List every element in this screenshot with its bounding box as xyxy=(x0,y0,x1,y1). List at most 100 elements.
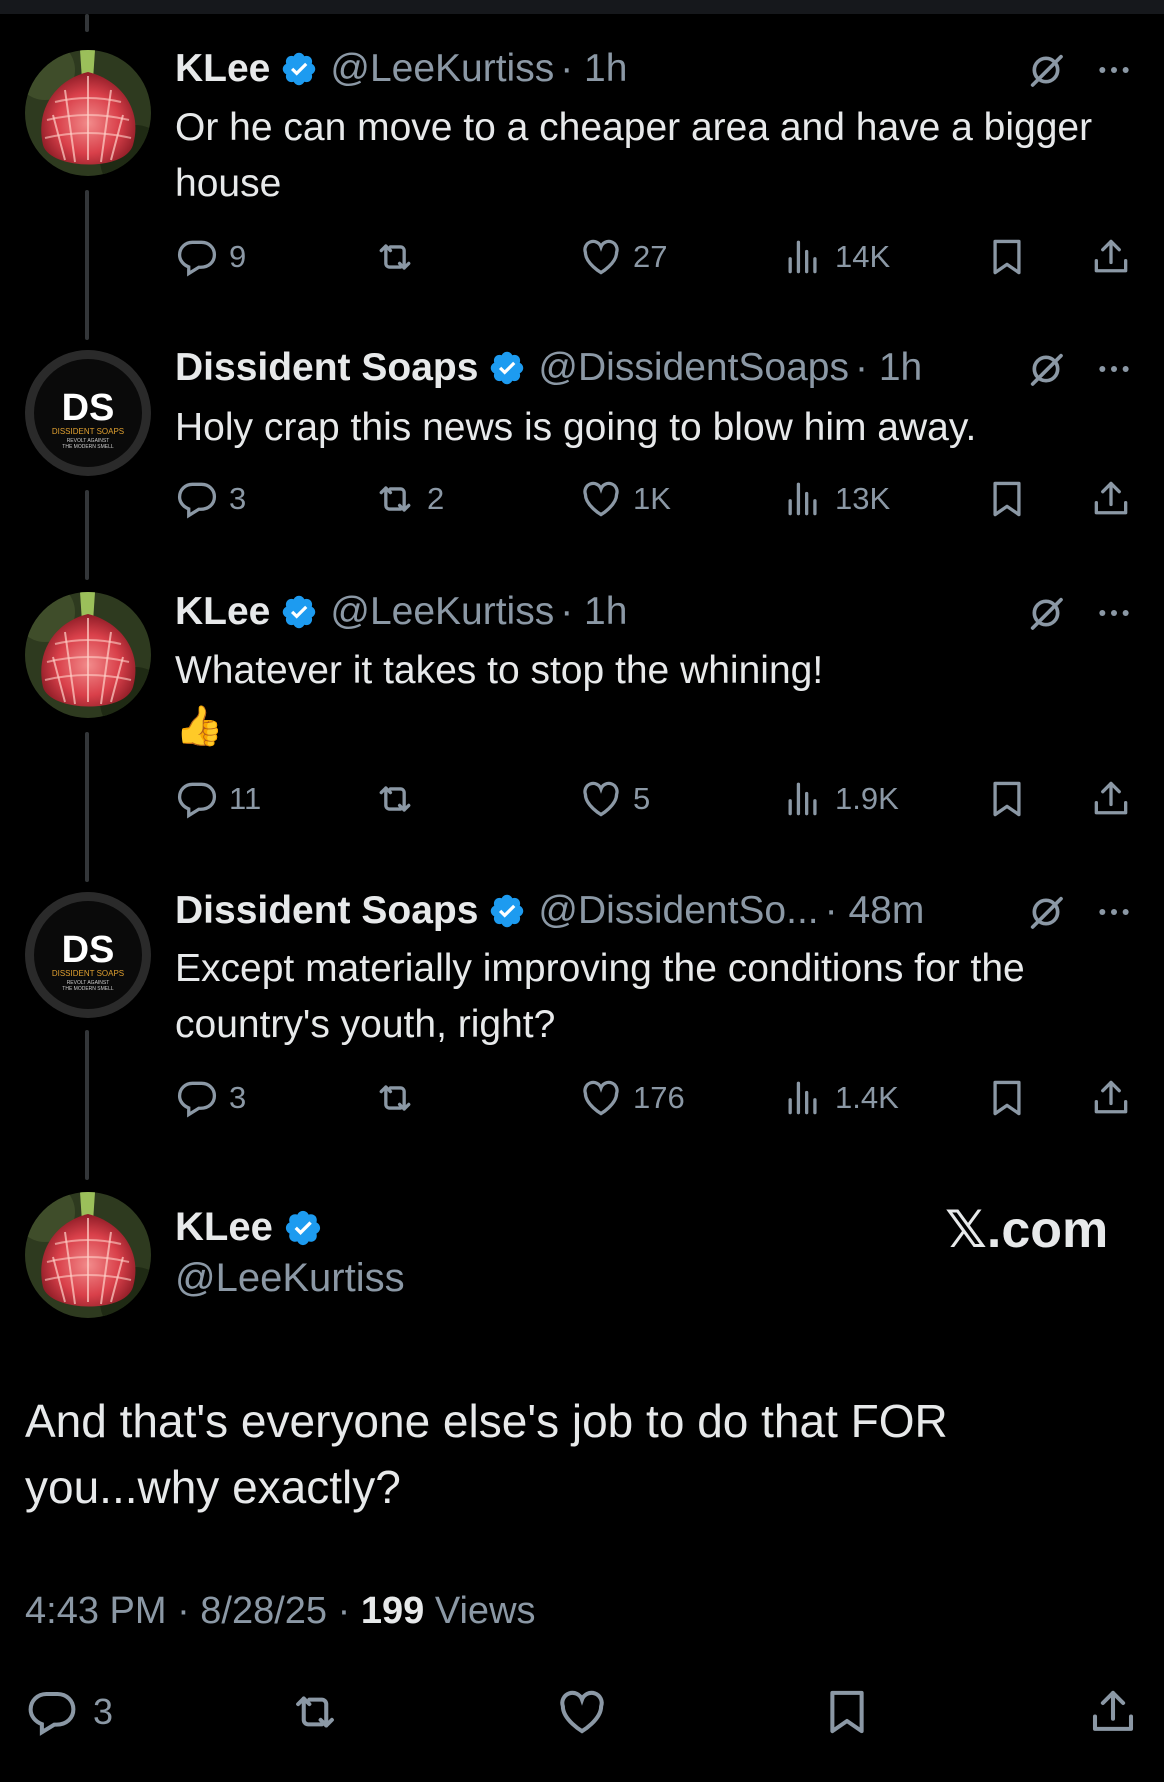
views-button[interactable]: 13K xyxy=(781,474,890,524)
bookmark-button[interactable] xyxy=(985,232,1029,282)
like-button[interactable] xyxy=(555,1682,609,1742)
ds-brand: DISSIDENT SOAPS xyxy=(52,969,124,978)
verified-badge-icon xyxy=(488,892,526,930)
bookmark-icon xyxy=(985,477,1029,521)
thread-line xyxy=(85,14,89,32)
retweet-icon xyxy=(373,1076,417,1120)
ds-tagline2: THE MODERN SMELL xyxy=(62,986,114,992)
retweet-button[interactable] xyxy=(288,1682,342,1742)
reply-count: 3 xyxy=(229,1080,247,1115)
timestamp[interactable]: · 1h xyxy=(855,346,922,390)
display-name[interactable]: Dissident Soaps xyxy=(175,346,478,390)
handle[interactable]: @LeeKurtiss xyxy=(175,1256,405,1301)
share-icon xyxy=(1089,477,1133,521)
display-name[interactable]: KLee xyxy=(175,47,270,91)
view-count: 14K xyxy=(835,239,891,274)
retweet-button[interactable] xyxy=(373,1073,427,1123)
reply-icon xyxy=(175,477,219,521)
reply-icon xyxy=(25,1685,79,1739)
display-name[interactable]: KLee xyxy=(175,590,270,634)
ds-initials: DS xyxy=(62,929,115,971)
action-bar: 3 176 1.4K xyxy=(175,1073,1135,1123)
views-label: Views xyxy=(434,1590,536,1632)
ds-avatar[interactable]: DS DISSIDENT SOAPS REVOLT AGAINST THE MO… xyxy=(25,350,151,476)
reply-icon xyxy=(175,235,219,279)
bookmark-button[interactable] xyxy=(985,474,1029,524)
reply-button[interactable]: 3 xyxy=(175,1073,246,1123)
reply-count: 11 xyxy=(229,781,262,816)
flower-avatar[interactable] xyxy=(25,50,151,176)
view-count: 1.9K xyxy=(835,781,899,816)
timestamp[interactable]: · 1h xyxy=(560,47,627,91)
bookmark-icon xyxy=(985,777,1029,821)
bookmark-button[interactable] xyxy=(820,1682,874,1742)
retweet-button[interactable]: 2 xyxy=(373,474,444,524)
handle[interactable]: @LeeKurtiss xyxy=(330,47,554,91)
x-watermark: 𝕏.com xyxy=(945,1201,1109,1259)
grok-icon[interactable] xyxy=(1026,349,1066,389)
handle[interactable]: @DissidentSoaps xyxy=(538,346,849,390)
share-button[interactable] xyxy=(1089,474,1133,524)
like-count: 5 xyxy=(633,781,651,816)
timestamp[interactable]: · 48m xyxy=(825,889,925,933)
bookmark-button[interactable] xyxy=(985,774,1029,824)
reply-button[interactable]: 9 xyxy=(175,232,246,282)
reply-count: 3 xyxy=(93,1691,114,1732)
like-count: 27 xyxy=(633,239,668,274)
retweet-icon xyxy=(373,235,417,279)
display-name[interactable]: KLee xyxy=(175,1205,273,1250)
grok-icon[interactable] xyxy=(1026,892,1066,932)
handle[interactable]: @DissidentSo... xyxy=(538,889,818,933)
more-icon[interactable] xyxy=(1094,349,1134,389)
flower-avatar[interactable] xyxy=(25,592,151,718)
retweet-button[interactable] xyxy=(373,774,427,824)
share-button[interactable] xyxy=(1089,774,1133,824)
ds-avatar[interactable]: DS DISSIDENT SOAPS REVOLT AGAINST THE MO… xyxy=(25,892,151,1018)
thread-line xyxy=(85,732,89,882)
tweet-header: KLee @LeeKurtiss · 1h xyxy=(175,587,627,637)
reply-count: 9 xyxy=(229,239,247,274)
more-icon[interactable] xyxy=(1094,593,1134,633)
verified-badge-icon xyxy=(283,1208,323,1248)
flower-avatar[interactable] xyxy=(25,1192,151,1318)
bookmark-button[interactable] xyxy=(985,1073,1029,1123)
grok-icon[interactable] xyxy=(1026,593,1066,633)
like-count: 176 xyxy=(633,1080,685,1115)
views-button[interactable]: 1.9K xyxy=(781,774,899,824)
share-icon xyxy=(1089,777,1133,821)
retweet-count: 2 xyxy=(427,481,445,516)
thread-line xyxy=(85,1030,89,1180)
like-button[interactable]: 1K xyxy=(579,474,671,524)
like-button[interactable]: 27 xyxy=(579,232,667,282)
views-icon xyxy=(781,1076,825,1120)
handle[interactable]: @LeeKurtiss xyxy=(330,590,554,634)
ds-tagline2: THE MODERN SMELL xyxy=(62,444,114,450)
thread-line xyxy=(85,490,89,580)
reply-button[interactable]: 11 xyxy=(175,774,261,824)
display-name[interactable]: Dissident Soaps xyxy=(175,889,478,933)
retweet-icon xyxy=(373,777,417,821)
retweet-button[interactable] xyxy=(373,232,427,282)
share-button[interactable] xyxy=(1089,232,1133,282)
more-icon[interactable] xyxy=(1094,50,1134,90)
views-button[interactable]: 1.4K xyxy=(781,1073,899,1123)
timestamp[interactable]: · 1h xyxy=(560,590,627,634)
share-button[interactable] xyxy=(1086,1682,1140,1742)
share-icon xyxy=(1089,1076,1133,1120)
tweet-text: Holy crap this news is going to blow him… xyxy=(175,406,977,449)
main-action-bar: 3 xyxy=(0,1682,1164,1742)
heart-icon xyxy=(555,1685,609,1739)
reply-count: 3 xyxy=(229,481,247,516)
heart-icon xyxy=(579,235,623,279)
reply-button[interactable]: 3 xyxy=(175,474,246,524)
like-button[interactable]: 5 xyxy=(579,774,650,824)
like-button[interactable]: 176 xyxy=(579,1073,685,1123)
views-icon xyxy=(781,777,825,821)
tweet-header: Dissident Soaps @DissidentSoaps · 1h xyxy=(175,343,922,393)
reply-button[interactable]: 3 xyxy=(25,1682,113,1742)
views-button[interactable]: 14K xyxy=(781,232,890,282)
grok-icon[interactable] xyxy=(1026,50,1066,90)
more-icon[interactable] xyxy=(1094,892,1134,932)
timestamp[interactable]: 4:43 PM · 8/28/25 · xyxy=(25,1590,350,1632)
share-button[interactable] xyxy=(1089,1073,1133,1123)
